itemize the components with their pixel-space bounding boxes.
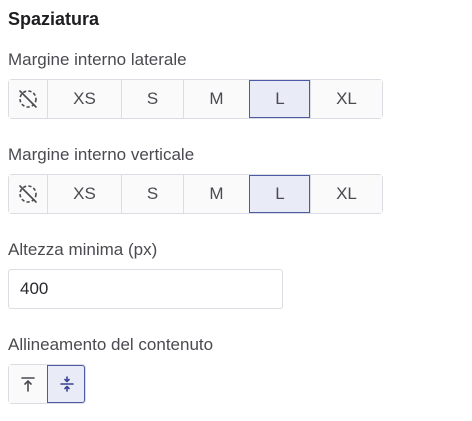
min-height-input[interactable]	[8, 269, 283, 309]
none-icon	[19, 185, 37, 203]
horizontal-padding-s-button[interactable]: S	[121, 80, 183, 118]
vertical-padding-label: Margine interno verticale	[8, 145, 195, 164]
vertical-padding-control: XS S M L XL	[8, 174, 383, 214]
align-center-button[interactable]	[47, 365, 85, 403]
align-top-icon	[21, 377, 35, 392]
horizontal-padding-control: XS S M L XL	[8, 79, 383, 119]
vertical-padding-xs-button[interactable]: XS	[47, 175, 121, 213]
vertical-padding-none-button[interactable]	[9, 175, 47, 213]
horizontal-padding-xs-button[interactable]: XS	[47, 80, 121, 118]
align-center-icon	[59, 376, 74, 392]
vertical-padding-l-button[interactable]: L	[249, 175, 310, 213]
vertical-padding-s-button[interactable]: S	[121, 175, 183, 213]
horizontal-padding-l-button[interactable]: L	[249, 80, 310, 118]
horizontal-padding-label: Margine interno laterale	[8, 50, 187, 69]
vertical-padding-m-button[interactable]: M	[183, 175, 249, 213]
content-alignment-control	[8, 364, 86, 404]
min-height-label: Altezza minima (px)	[8, 240, 158, 259]
none-icon	[19, 90, 37, 108]
content-alignment-label: Allineamento del contenuto	[8, 335, 214, 354]
section-title: Spaziatura	[8, 9, 100, 29]
horizontal-padding-xl-button[interactable]: XL	[310, 80, 382, 118]
horizontal-padding-none-button[interactable]	[9, 80, 47, 118]
horizontal-padding-m-button[interactable]: M	[183, 80, 249, 118]
align-top-button[interactable]	[9, 365, 47, 403]
vertical-padding-xl-button[interactable]: XL	[310, 175, 382, 213]
